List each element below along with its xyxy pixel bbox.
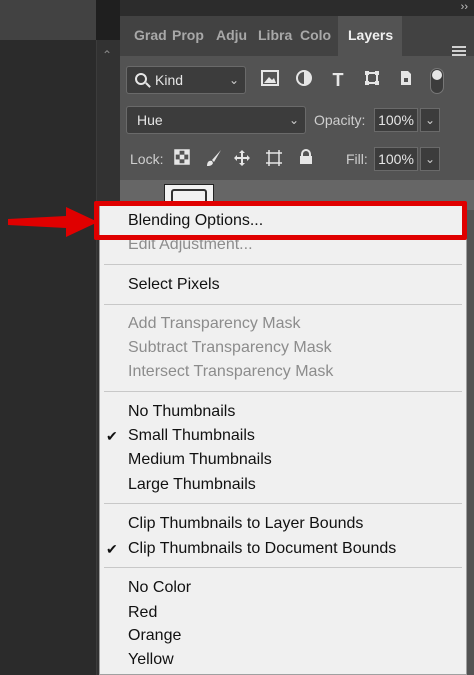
panel-tabs: Grad Prop Adju Libra Colo Layers [120,16,474,56]
menu-separator [104,304,462,305]
tab-gradients[interactable]: Grad [120,16,166,56]
lock-image-icon[interactable] [204,149,224,169]
menu-item-subtract-transparency-mask: Subtract Transparency Mask [128,339,332,356]
menu-item-no-color[interactable]: No Color [100,576,466,600]
filter-kind-select[interactable]: Kind ⌄ [126,66,246,94]
tab-properties[interactable]: Prop [166,16,210,56]
blend-mode-value: Hue [137,112,163,128]
fill-label: Fill: [346,151,368,167]
opacity-label: Opacity: [314,112,366,128]
red-arrow-icon [8,207,98,237]
type-filter-icon[interactable]: T [328,70,348,90]
menu-item-intersect-transparency-mask: Intersect Transparency Mask [128,363,334,380]
collapse-panels-icon[interactable]: ›› [461,0,468,14]
menu-item-orange[interactable]: Orange [100,624,466,648]
opacity-input[interactable]: 100% [374,108,418,132]
menu-item-label: Clip Thumbnails to Document Bounds [128,540,397,557]
document-canvas-area [0,0,96,675]
tab-color[interactable]: Colo [294,16,338,56]
menu-item-label: Small Thumbnails [128,427,255,444]
menu-item-small-thumbnails[interactable]: ✔ Small Thumbnails [100,424,466,448]
chevron-up-icon[interactable]: ⌃ [100,48,114,62]
filter-kind-label: Kind [155,72,184,88]
lock-row: Lock: Fill: 100% ⌄ [120,146,474,172]
menu-item-no-thumbnails[interactable]: No Thumbnails [100,400,466,424]
layer-filter-row: Kind ⌄ T [120,66,474,96]
menu-separator [104,567,462,568]
highlight-box [94,201,467,240]
adjustment-filter-icon[interactable] [294,70,314,90]
blend-mode-row: Hue ⌄ Opacity: 100% ⌄ [120,106,474,134]
chevron-down-icon: ⌄ [288,113,299,127]
search-icon [135,73,147,85]
chevron-down-icon: ⌄ [228,73,239,87]
opacity-dropdown-chevron-icon[interactable]: ⌄ [420,108,440,132]
menu-item-add-transparency-mask: Add Transparency Mask [128,315,301,332]
lock-label: Lock: [130,151,164,167]
panel-menu-icon[interactable] [452,46,466,56]
shape-filter-icon[interactable] [362,70,382,90]
layers-context-menu: Blending Options... Edit Adjustment... S… [99,203,467,675]
checkmark-icon: ✔ [106,541,118,557]
fill-dropdown-chevron-icon[interactable]: ⌄ [420,147,440,171]
menu-item-medium-thumbnails[interactable]: Medium Thumbnails [100,448,466,472]
menu-item-clip-thumbnails-layer-bounds[interactable]: Clip Thumbnails to Layer Bounds [100,512,466,536]
tab-layers[interactable]: Layers [338,16,402,56]
filter-toggle-switch[interactable] [430,68,444,94]
lock-position-icon[interactable] [232,149,252,169]
tab-libraries[interactable]: Libra [252,16,294,56]
lock-artboard-icon[interactable] [264,149,284,169]
menu-separator [104,503,462,504]
checkmark-icon: ✔ [106,428,118,444]
image-filter-icon[interactable] [260,70,280,90]
menu-item-large-thumbnails[interactable]: Large Thumbnails [100,473,466,497]
panel-title-bar: ›› [120,0,474,16]
lock-transparent-icon[interactable] [172,149,192,169]
canvas-tab-strip [0,0,96,40]
menu-separator [104,264,462,265]
menu-item-clip-thumbnails-document-bounds[interactable]: ✔ Clip Thumbnails to Document Bounds [100,537,466,561]
lock-all-icon[interactable] [296,149,316,169]
fill-input[interactable]: 100% [374,147,418,171]
smart-object-filter-icon[interactable] [396,70,416,90]
tab-adjustments[interactable]: Adju [210,16,252,56]
menu-item-red[interactable]: Red [100,601,466,625]
menu-separator [104,391,462,392]
blend-mode-select[interactable]: Hue ⌄ [126,106,306,134]
menu-item-yellow[interactable]: Yellow [100,648,466,672]
menu-item-select-pixels[interactable]: Select Pixels [100,273,466,297]
